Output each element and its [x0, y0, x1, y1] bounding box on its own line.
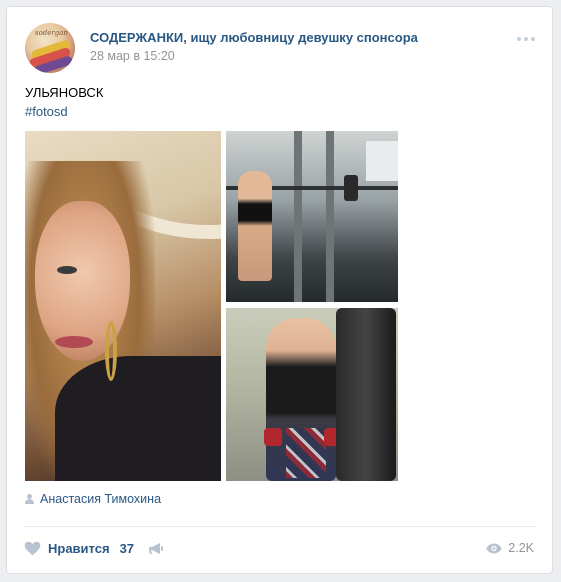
leggings-pattern [286, 428, 326, 478]
eye [57, 266, 77, 274]
dot [531, 37, 535, 41]
person-icon [25, 494, 34, 504]
heart-icon [24, 541, 41, 556]
like-count: 37 [119, 541, 135, 556]
weight-plate [344, 175, 358, 201]
rack-post [326, 131, 334, 302]
views-count: 2.2K [508, 541, 534, 555]
like-label: Нравится [48, 541, 110, 556]
earring [105, 321, 117, 381]
photo-gym-squat[interactable] [226, 131, 398, 302]
punching-bag [336, 308, 396, 481]
shirt [55, 356, 221, 481]
views-counter: 2.2K [486, 541, 534, 555]
window [366, 141, 398, 181]
post-text: УЛЬЯНОВСК [25, 85, 104, 100]
photo-selfie[interactable] [25, 131, 221, 481]
more-dots-icon[interactable] [517, 37, 535, 41]
rack-post [294, 131, 302, 302]
dot [517, 37, 521, 41]
dot [524, 37, 528, 41]
post-date[interactable]: 28 мар в 15:20 [90, 49, 175, 63]
megaphone-icon[interactable] [148, 542, 164, 556]
wall-post: sodergan СОДЕРЖАНКИ, ищу любовницу девуш… [6, 6, 553, 574]
eye-icon [486, 543, 502, 553]
avatar-logo-text: sodergan [35, 29, 68, 37]
group-avatar[interactable]: sodergan [25, 23, 75, 73]
hashtag-link[interactable]: #fotosd [25, 104, 68, 119]
photo-boxing[interactable] [226, 308, 398, 481]
author-name[interactable]: Анастасия Тимохина [40, 492, 161, 506]
like-button[interactable]: Нравится 37 [24, 541, 134, 556]
group-name-link[interactable]: СОДЕРЖАНКИ, ищу любовницу девушку спонсо… [90, 30, 418, 45]
divider [25, 526, 536, 527]
boxing-glove [264, 428, 282, 446]
lips [55, 336, 93, 348]
athlete [238, 171, 272, 281]
post-author[interactable]: Анастасия Тимохина [25, 492, 161, 506]
